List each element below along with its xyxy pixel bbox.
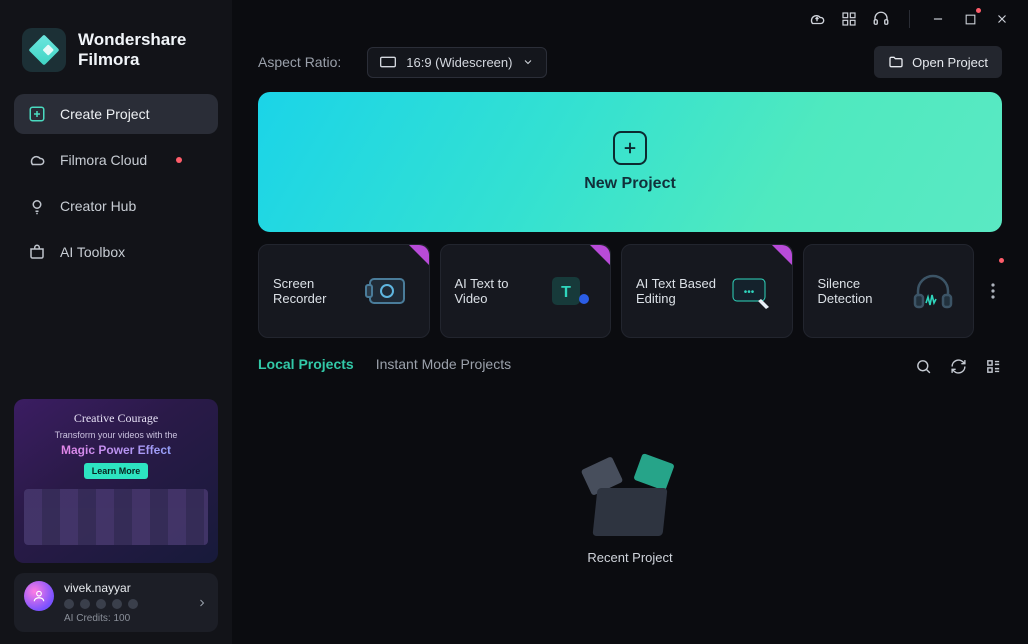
notification-dot bbox=[176, 157, 182, 163]
window-close-button[interactable] bbox=[988, 5, 1016, 33]
aspect-ratio-value: 16:9 (Widescreen) bbox=[406, 55, 512, 70]
sidebar-item-creator-hub[interactable]: Creator Hub bbox=[14, 186, 218, 226]
notification-dot bbox=[976, 8, 981, 13]
aspect-ratio-select[interactable]: 16:9 (Widescreen) bbox=[367, 47, 547, 78]
create-project-icon bbox=[28, 105, 46, 123]
promo-tagline: Transform your videos with the bbox=[24, 430, 208, 440]
card-label: Silence Detection bbox=[818, 276, 907, 306]
promo-thumbnail-grid bbox=[24, 489, 208, 545]
sidebar-item-filmora-cloud[interactable]: Filmora Cloud bbox=[14, 140, 218, 180]
card-screen-recorder[interactable]: Screen Recorder bbox=[258, 244, 430, 338]
card-label: AI Text Based Editing bbox=[636, 276, 726, 306]
toolbox-icon bbox=[28, 243, 46, 261]
new-badge-icon bbox=[590, 245, 610, 265]
card-label: Screen Recorder bbox=[273, 276, 361, 306]
sidebar-item-label: Filmora Cloud bbox=[60, 152, 147, 168]
top-toolbar: Aspect Ratio: 16:9 (Widescreen) Open Pro… bbox=[232, 38, 1028, 92]
chevron-down-icon bbox=[522, 56, 534, 68]
brand-line-1: Wondershare bbox=[78, 30, 186, 50]
new-badge-icon bbox=[772, 245, 792, 265]
notification-dot bbox=[999, 258, 1004, 263]
promo-script: Creative Courage bbox=[24, 411, 208, 426]
promo-cta-button[interactable]: Learn More bbox=[84, 463, 149, 479]
main-area: Aspect Ratio: 16:9 (Widescreen) Open Pro… bbox=[232, 0, 1028, 644]
sidebar-item-label: AI Toolbox bbox=[60, 244, 125, 260]
new-badge-icon bbox=[409, 245, 429, 265]
card-ai-text-to-video[interactable]: AI Text to Video T bbox=[440, 244, 612, 338]
widescreen-icon bbox=[380, 56, 396, 68]
recent-projects-area: Recent Project bbox=[232, 376, 1028, 644]
window-titlebar bbox=[232, 0, 1028, 38]
new-project-hero[interactable]: New Project bbox=[258, 92, 1002, 232]
account-badges bbox=[64, 599, 138, 609]
plus-icon bbox=[613, 131, 647, 165]
feature-cards: Screen Recorder AI Text to Video T AI Te… bbox=[232, 232, 1028, 338]
account-card[interactable]: vivek.nayyar AI Credits: 100 bbox=[14, 573, 218, 632]
avatar bbox=[24, 581, 54, 611]
logo-icon bbox=[22, 28, 66, 72]
aspect-ratio-label: Aspect Ratio: bbox=[258, 54, 341, 70]
apps-grid-icon[interactable] bbox=[835, 5, 863, 33]
recent-project-label: Recent Project bbox=[587, 550, 672, 565]
refresh-icon[interactable] bbox=[950, 358, 967, 375]
projects-tabs: Local Projects Instant Mode Projects bbox=[232, 338, 1028, 376]
bulb-icon bbox=[28, 197, 46, 215]
account-name: vivek.nayyar bbox=[64, 581, 138, 595]
account-credits: AI Credits: 100 bbox=[64, 613, 138, 624]
brand-line-2: Filmora bbox=[78, 50, 186, 70]
promo-banner[interactable]: Creative Courage Transform your videos w… bbox=[14, 399, 218, 563]
sidebar-item-create-project[interactable]: Create Project bbox=[14, 94, 218, 134]
text-cursor-icon: ••• bbox=[726, 264, 778, 318]
sidebar-item-label: Creator Hub bbox=[60, 198, 136, 214]
empty-box-icon bbox=[585, 456, 675, 536]
open-project-button[interactable]: Open Project bbox=[874, 46, 1002, 78]
chevron-right-icon bbox=[196, 597, 208, 609]
sidebar-nav: Create Project Filmora Cloud Creator Hub… bbox=[14, 94, 218, 272]
brand-text: Wondershare Filmora bbox=[78, 30, 186, 69]
window-maximize-button[interactable] bbox=[956, 5, 984, 33]
promo-headline: Magic Power Effect bbox=[24, 443, 208, 457]
tab-instant-mode-projects[interactable]: Instant Mode Projects bbox=[376, 356, 511, 376]
search-icon[interactable] bbox=[915, 358, 932, 375]
brand-logo: Wondershare Filmora bbox=[14, 18, 218, 90]
folder-icon bbox=[888, 54, 904, 70]
cloud-sync-icon[interactable] bbox=[803, 5, 831, 33]
more-cards-button[interactable] bbox=[984, 244, 1002, 338]
cloud-icon bbox=[28, 151, 46, 169]
sidebar: Wondershare Filmora Create Project Filmo… bbox=[0, 0, 232, 644]
svg-text:•••: ••• bbox=[743, 287, 754, 298]
card-label: AI Text to Video bbox=[455, 276, 540, 306]
new-project-label: New Project bbox=[584, 175, 676, 193]
headphones-icon bbox=[906, 264, 959, 318]
sidebar-item-label: Create Project bbox=[60, 106, 149, 122]
tab-local-projects[interactable]: Local Projects bbox=[258, 356, 354, 376]
svg-text:T: T bbox=[561, 284, 571, 301]
card-silence-detection[interactable]: Silence Detection bbox=[803, 244, 975, 338]
window-minimize-button[interactable] bbox=[924, 5, 952, 33]
card-ai-text-based-editing[interactable]: AI Text Based Editing ••• bbox=[621, 244, 793, 338]
open-project-label: Open Project bbox=[912, 55, 988, 70]
support-icon[interactable] bbox=[867, 5, 895, 33]
camera-icon bbox=[361, 264, 415, 318]
sidebar-item-ai-toolbox[interactable]: AI Toolbox bbox=[14, 232, 218, 272]
text-video-icon: T bbox=[540, 264, 596, 318]
list-view-icon[interactable] bbox=[985, 358, 1002, 375]
